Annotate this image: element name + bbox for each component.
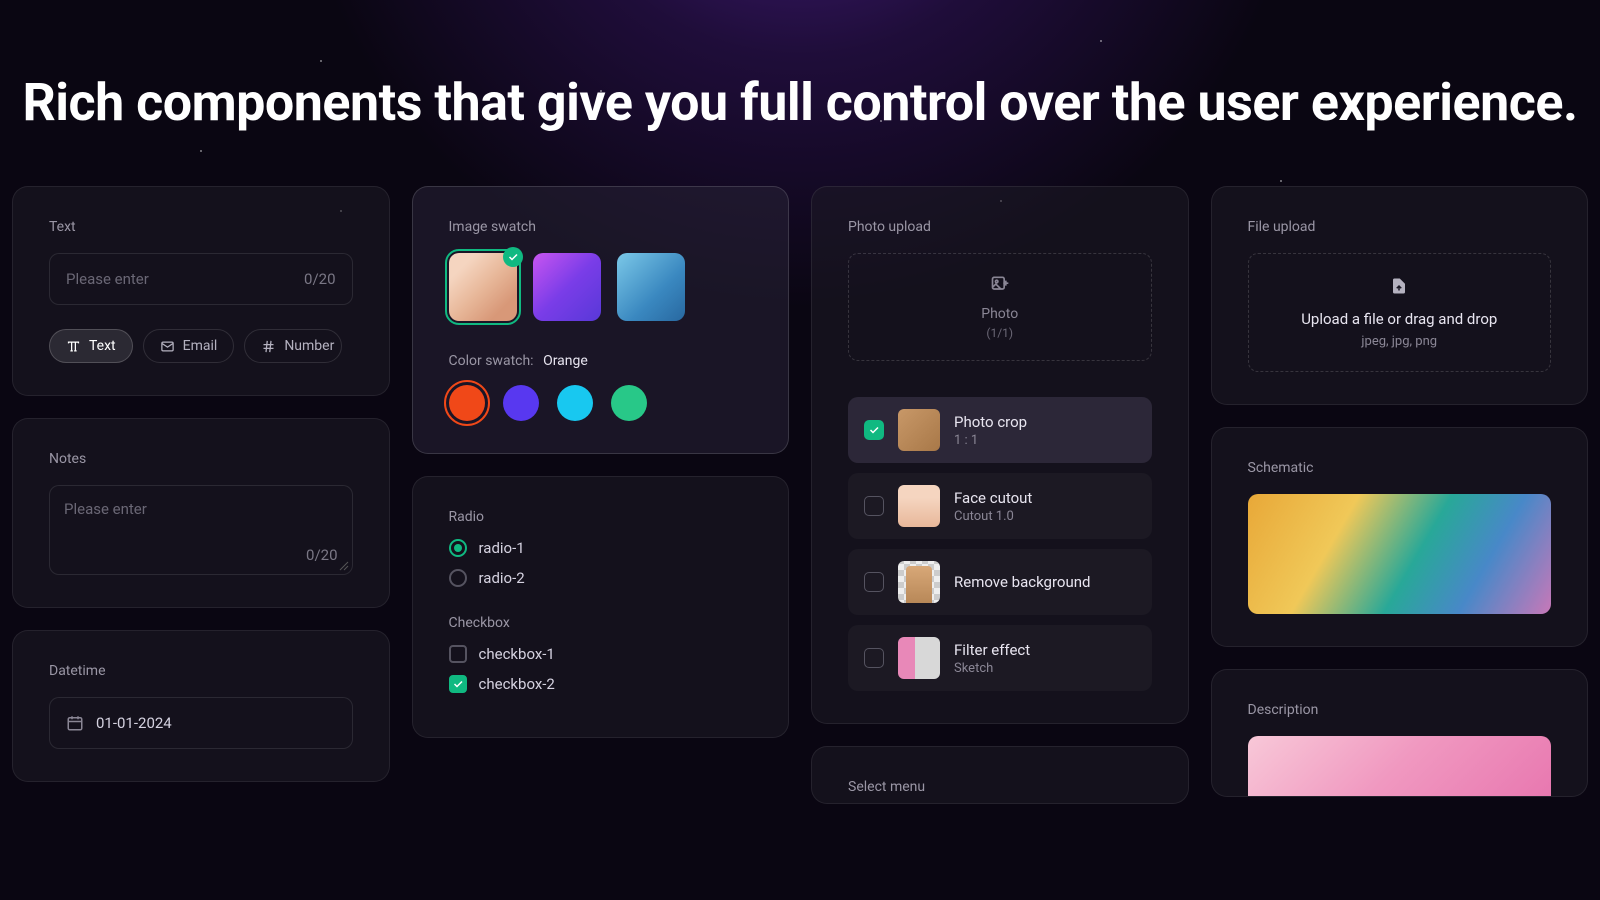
notes-counter: 0/20 xyxy=(306,546,337,564)
image-swatch-3[interactable] xyxy=(617,253,685,321)
chip-email[interactable]: Email xyxy=(143,329,235,363)
color-swatch-label: Color swatch: xyxy=(449,353,534,369)
image-swatch-1[interactable] xyxy=(449,253,517,321)
thumb-removebg xyxy=(898,561,940,603)
checkbox-icon xyxy=(864,648,884,668)
schematic-card: Schematic xyxy=(1211,427,1589,647)
checkbox-icon xyxy=(864,420,884,440)
file-dropzone[interactable]: Upload a file or drag and drop jpeg, jpg… xyxy=(1248,253,1552,372)
file-dropzone-title: Upload a file or drag and drop xyxy=(1271,310,1529,328)
file-dropzone-sub: jpeg, jpg, png xyxy=(1271,334,1529,349)
image-swatch-2[interactable] xyxy=(533,253,601,321)
checkbox-icon xyxy=(864,496,884,516)
chip-number[interactable]: Number xyxy=(244,329,342,363)
photo-upload-card: Photo upload Photo (1/1) Photo crop 1 : … xyxy=(811,186,1189,724)
checkbox-1[interactable]: checkbox-1 xyxy=(449,645,753,663)
color-purple[interactable] xyxy=(503,385,539,421)
notes-textarea[interactable]: Please enter 0/20 xyxy=(49,485,353,575)
text-card: Text Please enter 0/20 Text Email Number xyxy=(12,186,390,396)
schematic-label: Schematic xyxy=(1248,460,1552,476)
datetime-label: Datetime xyxy=(49,663,353,679)
page-heading: Rich components that give you full contr… xyxy=(0,0,1600,138)
thumb-crop xyxy=(898,409,940,451)
checkbox-icon xyxy=(449,645,467,663)
option-face-cutout[interactable]: Face cutout Cutout 1.0 xyxy=(848,473,1152,539)
file-upload-label: File upload xyxy=(1248,219,1552,235)
date-value: 01-01-2024 xyxy=(96,714,172,732)
checkbox-section-label: Checkbox xyxy=(449,615,753,631)
datetime-card: Datetime 01-01-2024 xyxy=(12,630,390,782)
text-input[interactable]: Please enter 0/20 xyxy=(49,253,353,305)
date-input[interactable]: 01-01-2024 xyxy=(49,697,353,749)
calendar-icon xyxy=(66,714,84,732)
color-swatch-value: Orange xyxy=(543,353,588,369)
radio-icon xyxy=(449,569,467,587)
file-upload-card: File upload Upload a file or drag and dr… xyxy=(1211,186,1589,405)
resize-handle-icon[interactable] xyxy=(339,561,349,571)
checkbox-2[interactable]: checkbox-2 xyxy=(449,675,753,693)
description-label: Description xyxy=(1248,702,1552,718)
thumb-face xyxy=(898,485,940,527)
notes-placeholder: Please enter xyxy=(64,500,147,518)
check-icon xyxy=(503,247,523,267)
photo-dropzone[interactable]: Photo (1/1) xyxy=(848,253,1152,361)
dropzone-sub: (1/1) xyxy=(869,326,1131,340)
text-label: Text xyxy=(49,219,353,235)
text-placeholder: Please enter xyxy=(66,270,149,288)
color-cyan[interactable] xyxy=(557,385,593,421)
text-counter: 0/20 xyxy=(304,270,335,288)
image-plus-icon xyxy=(989,274,1011,294)
select-menu-label: Select menu xyxy=(848,779,1152,795)
type-icon xyxy=(66,339,81,354)
chip-text[interactable]: Text xyxy=(49,329,133,363)
image-swatch-label: Image swatch xyxy=(449,219,753,235)
notes-label: Notes xyxy=(49,451,353,467)
radio-section-label: Radio xyxy=(449,509,753,525)
color-green[interactable] xyxy=(611,385,647,421)
upload-icon xyxy=(1390,276,1408,296)
radio-icon xyxy=(449,539,467,557)
description-image xyxy=(1248,736,1552,796)
radio-1[interactable]: radio-1 xyxy=(449,539,753,557)
mail-icon xyxy=(160,339,175,354)
radio-2[interactable]: radio-2 xyxy=(449,569,753,587)
swatch-card: Image swatch Color swatch: Orange xyxy=(412,186,790,454)
description-card: Description xyxy=(1211,669,1589,797)
radio-checkbox-card: Radio radio-1 radio-2 Checkbox checkbox-… xyxy=(412,476,790,738)
hash-icon xyxy=(261,339,276,354)
checkbox-icon xyxy=(449,675,467,693)
notes-card: Notes Please enter 0/20 xyxy=(12,418,390,608)
color-orange[interactable] xyxy=(449,385,485,421)
option-remove-bg[interactable]: Remove background xyxy=(848,549,1152,615)
select-menu-card: Select menu xyxy=(811,746,1189,804)
option-photo-crop[interactable]: Photo crop 1 : 1 xyxy=(848,397,1152,463)
photo-upload-label: Photo upload xyxy=(848,219,1152,235)
checkbox-icon xyxy=(864,572,884,592)
option-filter-effect[interactable]: Filter effect Sketch xyxy=(848,625,1152,691)
dropzone-title: Photo xyxy=(869,306,1131,322)
schematic-image xyxy=(1248,494,1552,614)
thumb-filter xyxy=(898,637,940,679)
